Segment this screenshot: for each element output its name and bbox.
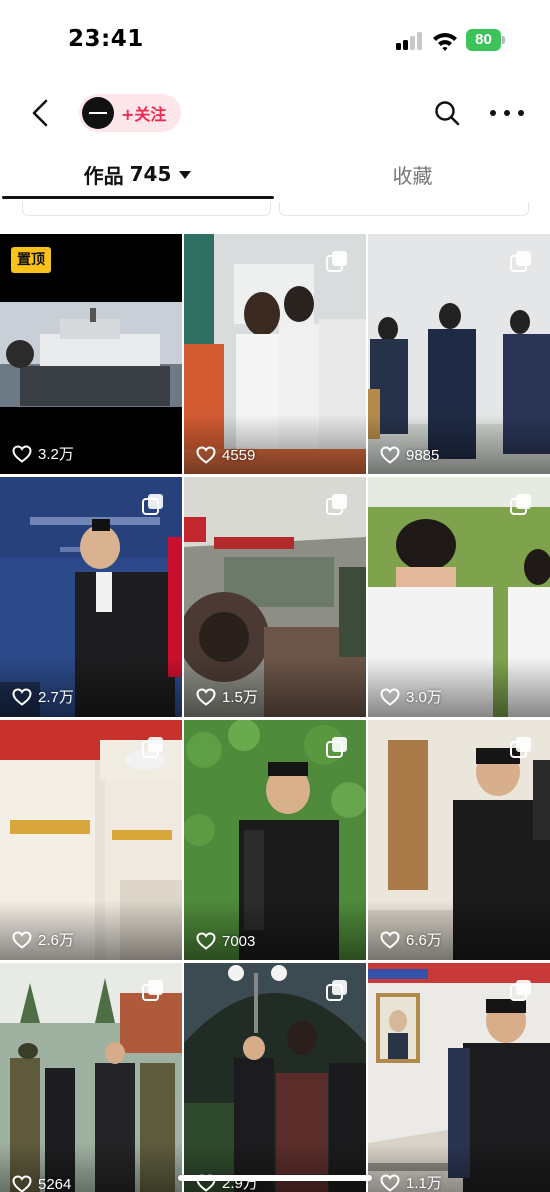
post-likes: 6.6万	[380, 929, 442, 950]
likes-count: 2.6万	[38, 932, 74, 949]
heart-icon	[380, 687, 400, 706]
follow-label: +关注	[121, 105, 167, 124]
likes-count: 1.5万	[222, 689, 258, 706]
profile-tabs: 作品 745 收藏	[0, 150, 550, 202]
post-thumbnail[interactable]: 1.1万	[368, 963, 550, 1192]
multi-image-icon	[326, 980, 347, 1001]
post-thumbnail[interactable]: 2.7万	[0, 477, 182, 717]
heart-icon	[380, 446, 400, 464]
post-likes: 4559	[196, 446, 255, 464]
likes-count: 2.7万	[38, 689, 74, 706]
post-thumbnail[interactable]: 2.6万	[0, 720, 182, 960]
battery-icon: 80	[466, 29, 506, 51]
chevron-left-icon	[32, 99, 48, 127]
wifi-icon	[432, 30, 458, 52]
multi-image-icon	[510, 251, 531, 272]
search-button[interactable]	[432, 98, 462, 128]
likes-count: 4559	[222, 446, 256, 464]
likes-count: 9885	[406, 446, 440, 464]
post-thumbnail[interactable]: 6.6万	[368, 720, 550, 960]
collection-card[interactable]	[279, 202, 529, 216]
pinned-badge: 置顶	[11, 247, 51, 273]
post-thumbnail[interactable]: 7003	[184, 720, 366, 960]
heart-icon	[12, 444, 32, 463]
post-likes: 3.0万	[380, 686, 442, 707]
post-likes: 2.7万	[12, 686, 74, 707]
post-thumbnail[interactable]: 3.0万	[368, 477, 550, 717]
more-dots-icon	[490, 110, 496, 116]
post-thumbnail[interactable]: 9885	[368, 234, 550, 474]
post-thumbnail[interactable]: 5264	[0, 963, 182, 1192]
post-likes: 2.6万	[12, 929, 74, 950]
multi-image-icon	[510, 980, 531, 1001]
heart-icon	[196, 446, 216, 464]
multi-image-icon	[326, 251, 347, 272]
multi-image-icon	[510, 494, 531, 515]
heart-icon	[12, 687, 32, 706]
heart-icon	[12, 930, 32, 949]
multi-image-icon	[326, 737, 347, 758]
tab-works-label: 作品	[83, 163, 124, 188]
tab-works-count: 745	[129, 162, 172, 186]
likes-count: 3.0万	[406, 689, 442, 706]
caret-down-icon[interactable]	[179, 171, 192, 179]
post-likes: 1.5万	[196, 686, 258, 707]
home-indicator[interactable]	[178, 1175, 372, 1181]
heart-icon	[380, 930, 400, 949]
post-likes: 9885	[380, 446, 439, 464]
back-button[interactable]	[22, 94, 58, 132]
status-time: 23:41	[68, 26, 144, 52]
more-button[interactable]	[490, 98, 524, 128]
multi-image-icon	[142, 737, 163, 758]
post-thumbnail[interactable]: 置顶 3.2万	[0, 234, 182, 474]
tab-works[interactable]: 作品 745	[0, 150, 275, 198]
post-likes: 1.1万	[380, 1172, 442, 1192]
cellular-signal-icon	[396, 32, 424, 50]
post-likes: 7003	[196, 932, 255, 950]
search-icon	[435, 101, 460, 126]
likes-count: 5264	[38, 1175, 72, 1192]
status-bar: 23:41 80	[0, 0, 550, 80]
heart-icon	[196, 932, 216, 950]
tab-favorites[interactable]: 收藏	[275, 150, 550, 198]
avatar	[82, 97, 114, 129]
multi-image-icon	[142, 980, 163, 1001]
likes-count: 1.1万	[406, 1175, 442, 1192]
multi-image-icon	[326, 494, 347, 515]
battery-level: 80	[466, 29, 501, 51]
post-likes: 3.2万	[12, 443, 74, 464]
tab-favorites-label: 收藏	[392, 163, 433, 188]
collection-strip	[0, 202, 550, 232]
heart-icon	[12, 1175, 32, 1192]
post-likes: 5264	[12, 1175, 71, 1192]
likes-count: 6.6万	[406, 932, 442, 949]
active-tab-indicator	[2, 196, 274, 199]
likes-count: 7003	[222, 932, 256, 950]
multi-image-icon	[142, 494, 163, 515]
post-thumbnail[interactable]: 4559	[184, 234, 366, 474]
post-thumbnail[interactable]: 1.5万	[184, 477, 366, 717]
post-grid: 置顶 3.2万 4559 9885 2.7万 1.5万 3.0万 2.6万 70…	[0, 234, 550, 1192]
heart-icon	[380, 1173, 400, 1192]
collection-card[interactable]	[22, 202, 271, 216]
post-thumbnail[interactable]: 2.9万	[184, 963, 366, 1192]
heart-icon	[196, 687, 216, 706]
follow-button[interactable]: +关注	[79, 94, 181, 132]
nav-bar: +关注	[0, 84, 550, 142]
likes-count: 3.2万	[38, 446, 74, 463]
multi-image-icon	[510, 737, 531, 758]
